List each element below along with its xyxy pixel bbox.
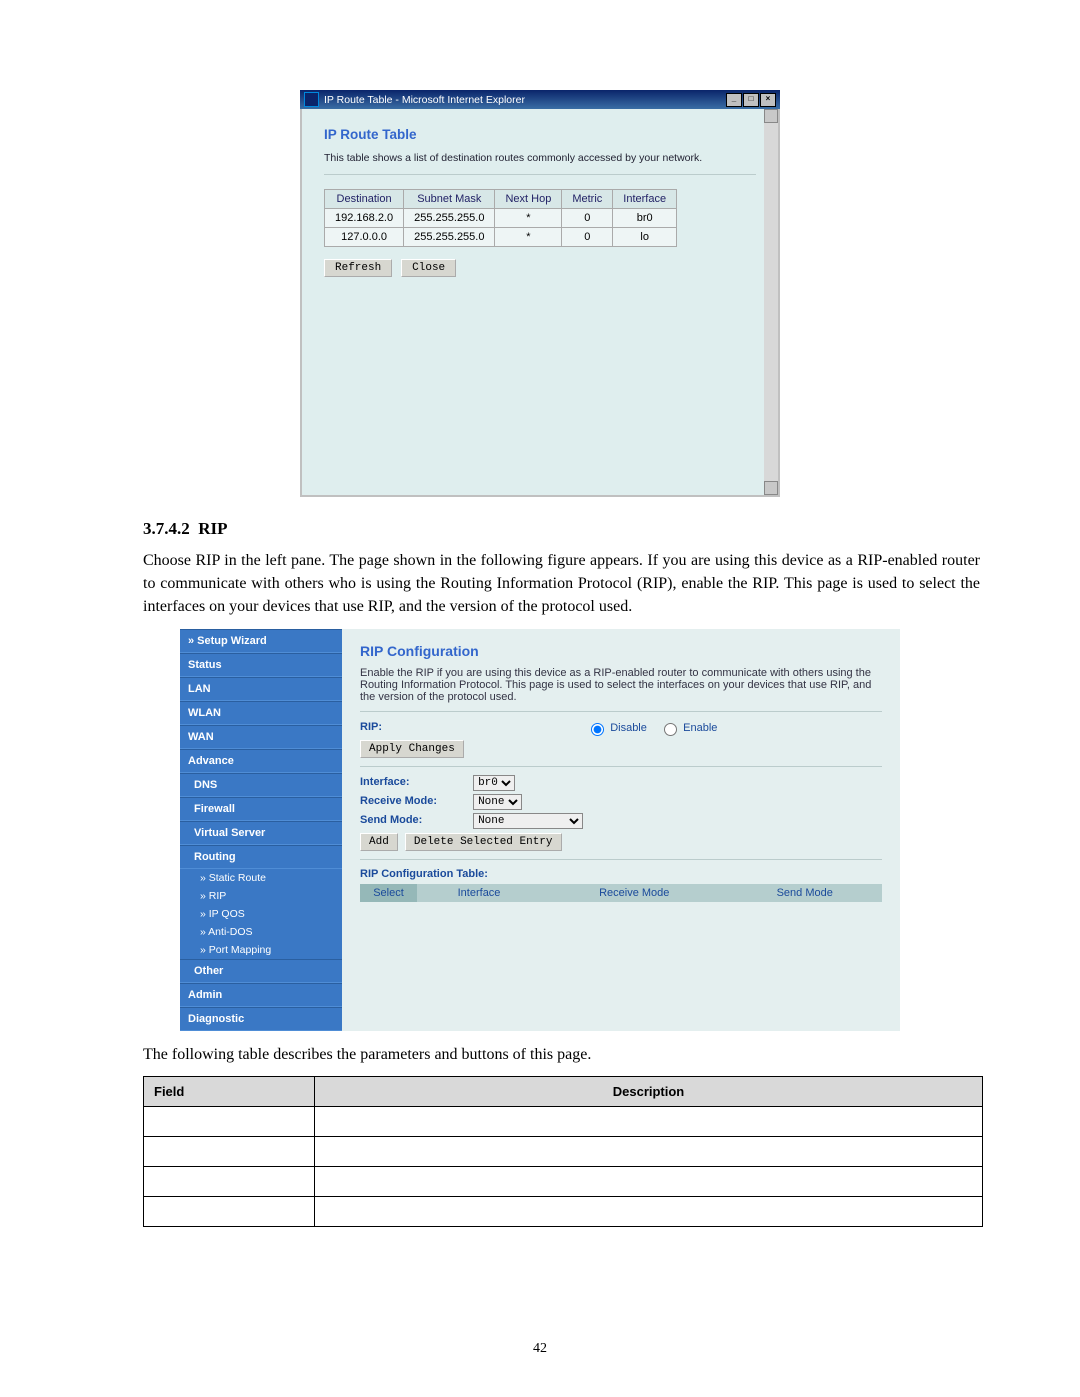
col-metric: Metric (562, 190, 613, 209)
sidebar-item-ipqos[interactable]: » IP QOS (180, 905, 342, 923)
divider (360, 766, 882, 767)
col-interface: Interface (613, 190, 677, 209)
divider (324, 174, 756, 175)
table-row (144, 1106, 983, 1136)
radio-enable[interactable] (664, 723, 677, 736)
send-select[interactable]: None (473, 813, 583, 829)
sidebar: » Setup Wizard Status LAN WLAN WAN Advan… (180, 629, 342, 1031)
window-body: IP Route Table This table shows a list o… (300, 109, 780, 497)
sidebar-item-status[interactable]: Status (180, 653, 342, 677)
window-title: IP Route Table - Microsoft Internet Expl… (324, 94, 525, 106)
apply-changes-button[interactable]: Apply Changes (360, 740, 464, 758)
sidebar-item-static-route[interactable]: » Static Route (180, 869, 342, 887)
add-button[interactable]: Add (360, 833, 398, 851)
send-label: Send Mode: (360, 814, 470, 826)
sidebar-item-advance[interactable]: Advance (180, 749, 342, 773)
conf-table: Select Interface Receive Mode Send Mode (360, 884, 882, 902)
close-window-button[interactable]: Close (401, 259, 456, 277)
table-row (144, 1196, 983, 1226)
receive-select[interactable]: None (473, 794, 522, 810)
rip-label: RIP: (360, 721, 470, 733)
interface-label: Interface: (360, 776, 470, 788)
delete-button[interactable]: Delete Selected Entry (405, 833, 562, 851)
sidebar-item-dns[interactable]: DNS (180, 773, 342, 797)
scroll-down-icon[interactable] (764, 481, 778, 495)
divider (360, 859, 882, 860)
admin-main: RIP Configuration Enable the RIP if you … (342, 629, 900, 1031)
admin-heading: RIP Configuration (360, 643, 882, 659)
col-send: Send Mode (727, 884, 882, 902)
enable-label: Enable (683, 721, 717, 733)
col-description: Description (315, 1076, 983, 1106)
sidebar-item-firewall[interactable]: Firewall (180, 797, 342, 821)
sidebar-item-antidos[interactable]: » Anti-DOS (180, 923, 342, 941)
table-row (144, 1136, 983, 1166)
sidebar-item-routing[interactable]: Routing (180, 845, 342, 869)
interface-select[interactable]: br0 (473, 775, 515, 791)
minimize-button[interactable]: _ (726, 93, 742, 107)
route-heading: IP Route Table (324, 127, 756, 142)
sidebar-item-virtualserver[interactable]: Virtual Server (180, 821, 342, 845)
section-heading: 3.7.4.2 RIP (143, 519, 980, 539)
sidebar-item-admin[interactable]: Admin (180, 983, 342, 1007)
radio-disable[interactable] (591, 723, 604, 736)
table-row: 127.0.0.0 255.255.255.0 * 0 lo (325, 228, 677, 247)
window-titlebar: IP Route Table - Microsoft Internet Expl… (300, 90, 780, 109)
table-row: 192.168.2.0 255.255.255.0 * 0 br0 (325, 209, 677, 228)
scrollbar[interactable] (764, 109, 778, 495)
section-paragraph: Choose RIP in the left pane. The page sh… (143, 549, 980, 619)
route-description: This table shows a list of destination r… (324, 152, 756, 164)
ie-icon (304, 92, 319, 107)
page-number: 42 (0, 1341, 1080, 1357)
close-button[interactable]: × (760, 93, 776, 107)
col-receive: Receive Mode (541, 884, 727, 902)
table-row (144, 1166, 983, 1196)
receive-label: Receive Mode: (360, 795, 470, 807)
ie-window: IP Route Table - Microsoft Internet Expl… (300, 90, 780, 497)
sidebar-item-setup[interactable]: » Setup Wizard (180, 629, 342, 653)
sidebar-item-other[interactable]: Other (180, 959, 342, 983)
sidebar-item-lan[interactable]: LAN (180, 677, 342, 701)
sidebar-item-wan[interactable]: WAN (180, 725, 342, 749)
conf-table-label: RIP Configuration Table: (360, 868, 488, 880)
refresh-button[interactable]: Refresh (324, 259, 392, 277)
sidebar-item-rip[interactable]: » RIP (180, 887, 342, 905)
desc-intro: The following table describes the parame… (143, 1043, 980, 1066)
col-subnet: Subnet Mask (404, 190, 495, 209)
maximize-button[interactable]: □ (743, 93, 759, 107)
sidebar-item-portmapping[interactable]: » Port Mapping (180, 941, 342, 959)
divider (360, 711, 882, 712)
col-destination: Destination (325, 190, 404, 209)
col-interface: Interface (417, 884, 541, 902)
admin-description: Enable the RIP if you are using this dev… (360, 667, 882, 703)
col-nexthop: Next Hop (495, 190, 562, 209)
router-admin: » Setup Wizard Status LAN WLAN WAN Advan… (180, 629, 900, 1031)
sidebar-item-wlan[interactable]: WLAN (180, 701, 342, 725)
description-table: Field Description (143, 1076, 983, 1227)
route-table: Destination Subnet Mask Next Hop Metric … (324, 189, 677, 247)
col-field: Field (144, 1076, 315, 1106)
col-select: Select (360, 884, 417, 902)
sidebar-item-diagnostic[interactable]: Diagnostic (180, 1007, 342, 1031)
scroll-up-icon[interactable] (764, 109, 778, 123)
disable-label: Disable (610, 721, 647, 733)
